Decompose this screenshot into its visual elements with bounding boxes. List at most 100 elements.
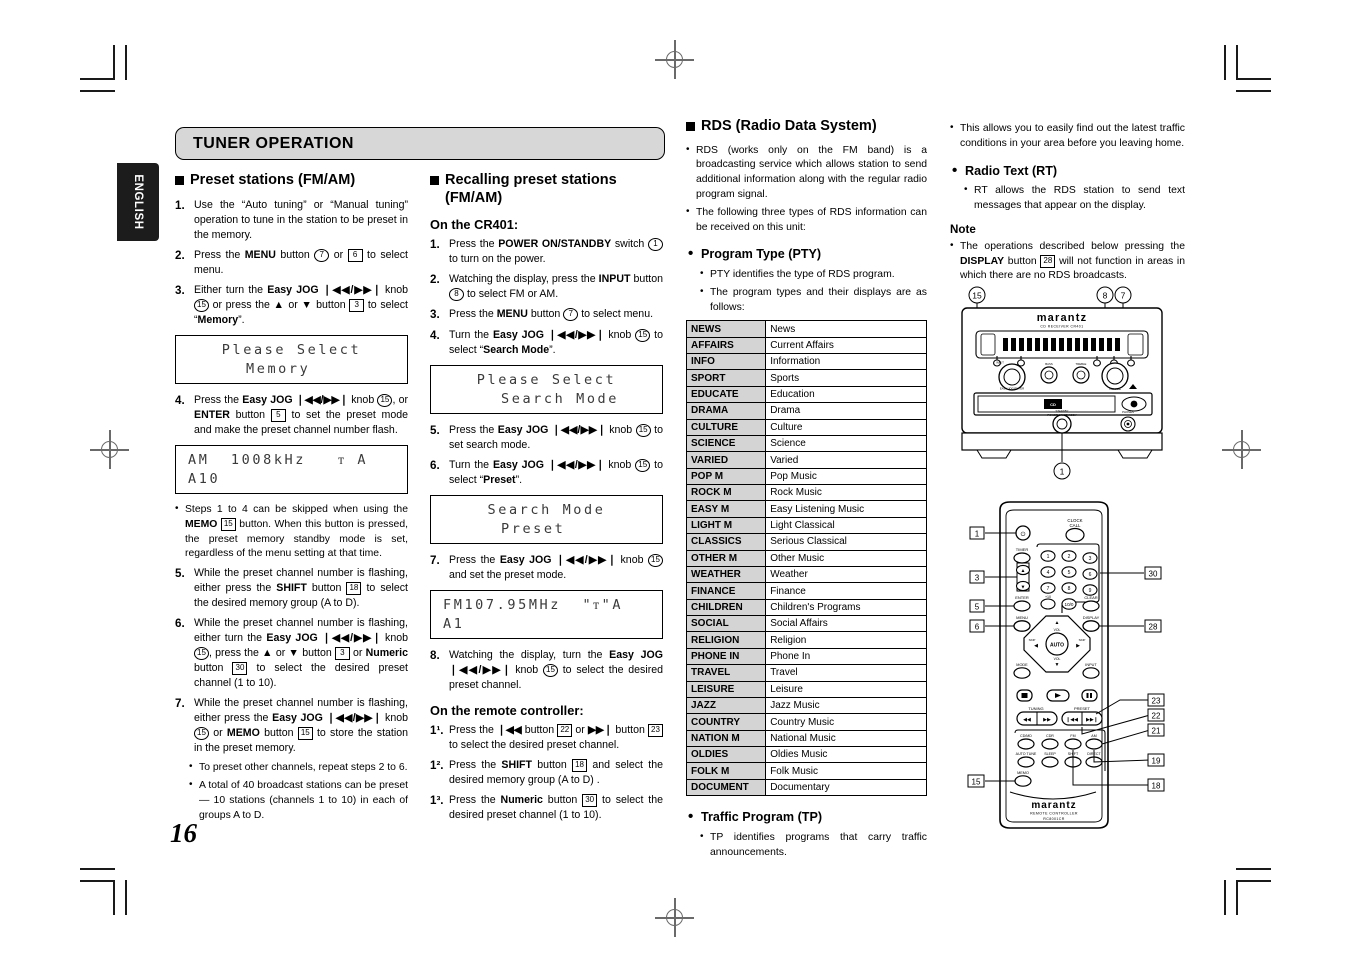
svg-text:SLEEP: SLEEP [1044, 752, 1056, 756]
table-row: SPORT Sports [685, 369, 927, 387]
svg-text:❙◀◀: ❙◀◀ [1066, 717, 1078, 723]
crop-mark-top-right-v [1224, 45, 1226, 80]
lcd-line-1: Please Select [221, 341, 362, 358]
crop-mark-bottom-left-v2 [125, 880, 127, 915]
pty-description: Rock Music [765, 484, 927, 502]
step-text: Turn the Easy JOG ❘◀◀/▶▶❘ knob 15 to sel… [449, 458, 664, 486]
step-number: 1². [430, 758, 444, 772]
svg-text:CD RECEIVER CR401: CD RECEIVER CR401 [1040, 325, 1083, 329]
crop-mark-bottom-right-v [1224, 880, 1226, 915]
registration-mark-bottom [655, 898, 694, 937]
table-row: OTHER M Other Music [685, 549, 927, 567]
svg-text:18: 18 [1152, 782, 1161, 791]
svg-text:15: 15 [972, 778, 981, 787]
pty-code: PHONE IN [685, 647, 767, 666]
pty-description: Weather [765, 565, 927, 584]
step-item: 1¹. Press the ❘◀◀ button 22 or ▶▶❘ button… [430, 723, 663, 753]
svg-text:1: 1 [1047, 554, 1050, 560]
table-row: CHILDREN Children's Programs [685, 598, 927, 617]
step-text: Press the Easy JOG ❘◀◀/▶▶❘ knob 15, or E… [194, 393, 409, 436]
svg-text:BASS: BASS [1045, 362, 1053, 366]
table-row: NEWS News [685, 320, 927, 338]
section-title: TUNER OPERATION [193, 134, 354, 152]
pty-description: Documentary [765, 778, 927, 797]
pty-description: Oldies Music [765, 746, 927, 764]
manual-page: ENGLISH 1 6 TUNER OPERATION Preset statio… [0, 0, 1351, 954]
crop-mark-bottom-right-h [1236, 868, 1271, 870]
svg-text:3: 3 [975, 574, 980, 583]
pty-code: DOCUMENT [685, 778, 767, 797]
note-bullets: The operations described below pressing … [950, 239, 1185, 284]
pty-code: FINANCE [685, 582, 767, 600]
step-item: 7. While the preset channel number is fla… [175, 696, 408, 756]
registration-mark-top [655, 40, 694, 79]
svg-text:10/0: 10/0 [1065, 602, 1074, 607]
step-item: 4. Turn the Easy JOG ❘◀◀/▶▶❘ knob 15 to s… [430, 328, 663, 358]
step-text: Either turn the Easy JOG ❘◀◀/▶▶❘ knob 15… [194, 283, 409, 326]
step-text: Use the “Auto tuning” or “Manual tuning”… [194, 198, 408, 241]
step-number: 7. [175, 697, 185, 711]
table-row: PHONE IN Phone In [685, 647, 927, 666]
lcd-line-2: A1 [443, 615, 465, 632]
pty-code: SOCIAL [685, 615, 767, 633]
svg-text:EASY JOG/ENTER: EASY JOG/ENTER [1000, 387, 1024, 391]
crop-mark-bottom-left-v [113, 880, 115, 915]
pty-description: Drama [765, 402, 927, 420]
svg-text:TUNING: TUNING [1028, 706, 1043, 711]
pty-code: EDUCATE [685, 385, 767, 404]
preset-steps-5-7: 5. While the preset channel number is fla… [175, 566, 408, 756]
pty-code: SPORT [685, 369, 767, 387]
svg-text:marantz: marantz [1037, 312, 1088, 324]
svg-text:8: 8 [1068, 586, 1071, 592]
step-item: 6. Turn the Easy JOG ❘◀◀/▶▶❘ knob 15 to s… [430, 458, 663, 488]
svg-text:28: 28 [1149, 623, 1158, 632]
lcd-fm-10795mhz: FM107.95MHz "ᴛ"A A1 [430, 589, 663, 639]
svg-text:VOL: VOL [1054, 628, 1061, 632]
svg-text:5: 5 [1068, 570, 1071, 576]
bullet-item: TP identifies programs that carry traffi… [700, 830, 927, 861]
crop-mark-top-right-h [1236, 78, 1271, 80]
section-banner: TUNER OPERATION [175, 127, 665, 160]
pty-code: SCIENCE [685, 434, 767, 453]
table-row: VARIED Varied [685, 451, 927, 469]
step-item: 6. While the preset channel number is fla… [175, 616, 408, 691]
pty-description: Leisure [765, 680, 927, 698]
step-item: 4. Press the Easy JOG ❘◀◀/▶▶❘ knob 15, or… [175, 393, 408, 438]
step-text: Press the ❘◀◀ button 22 or ▶▶❘ button 23… [449, 723, 663, 751]
table-row: COUNTRY Country Music [685, 713, 927, 731]
pty-description: Information [765, 353, 927, 371]
pty-description: Current Affairs [765, 336, 927, 355]
svg-text:▶▶: ▶▶ [1043, 717, 1051, 723]
pty-code: POP M [685, 467, 767, 486]
svg-text:TIMER: TIMER [1016, 547, 1029, 552]
lcd-search-mode-preset: Search Mode Preset [430, 494, 663, 544]
step-number: 4. [175, 393, 185, 407]
pty-code: COUNTRY [685, 713, 767, 731]
svg-text:SKIP: SKIP [1029, 638, 1036, 642]
step-number: 7. [430, 553, 440, 567]
pty-code: NEWS [685, 320, 767, 338]
pty-description: Folk Music [765, 762, 927, 780]
svg-text:PHONES: PHONES [1122, 410, 1134, 414]
svg-text:CLEAR: CLEAR [1084, 595, 1097, 600]
bullet-item: RT allows the RDS station to send text m… [964, 183, 1185, 214]
step-text: Press the POWER ON/STANDBY switch 1 to t… [449, 238, 663, 265]
svg-text:FM: FM [1070, 734, 1075, 738]
pty-description: Children's Programs [765, 598, 927, 617]
pty-code: OTHER M [685, 549, 767, 567]
step-text: Press the Easy JOG ❘◀◀/▶▶❘ knob 15 to se… [449, 423, 664, 451]
step-text: Press the MENU button 7 to select menu. [449, 308, 654, 322]
svg-text:CD/MD: CD/MD [1020, 734, 1032, 738]
table-row: INFO Information [685, 353, 927, 371]
svg-text:6: 6 [975, 623, 980, 632]
svg-text:4: 4 [1047, 570, 1050, 576]
crop-mark-bottom-right-v2 [1236, 880, 1238, 915]
lcd-please-select-search-mode: Please Select Search Mode [430, 364, 663, 414]
table-row: DOCUMENT Documentary [685, 778, 927, 797]
step-text: Press the SHIFT button 18 and select the… [449, 758, 663, 786]
pty-code: CULTURE [685, 418, 767, 436]
pty-bullets: PTY identifies the type of RDS program. T… [700, 267, 927, 315]
crop-mark-top-right-h2 [1236, 90, 1271, 92]
table-row: EASY M Easy Listening Music [685, 500, 927, 518]
pty-description: Country Music [765, 713, 927, 731]
